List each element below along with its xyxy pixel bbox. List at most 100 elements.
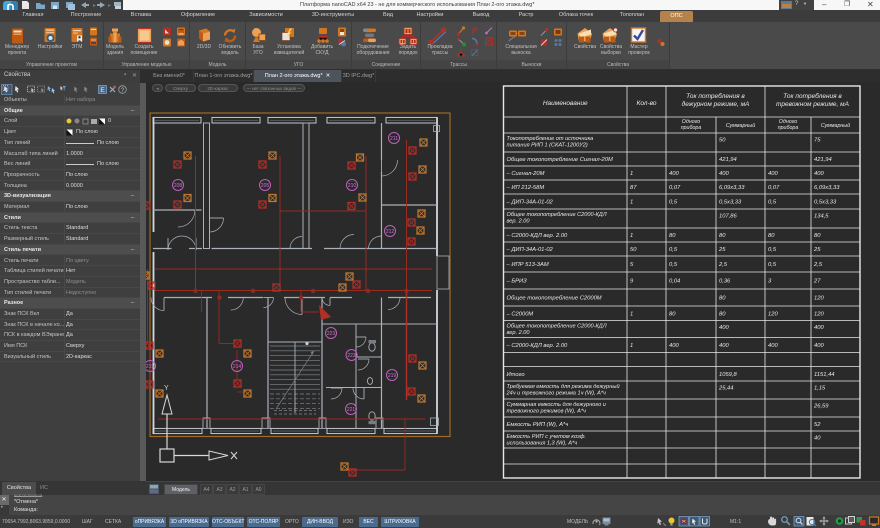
svg-text:80: 80 — [719, 233, 726, 239]
svg-text:2,5: 2,5 — [813, 262, 823, 268]
svg-text:400: 400 — [719, 325, 729, 331]
svg-text:– ИП 212-58М: – ИП 212-58М — [506, 185, 545, 191]
svg-text:221: 221 — [347, 407, 356, 413]
svg-text:6,09х3,33: 6,09х3,33 — [719, 185, 745, 191]
svg-text:5: 5 — [630, 262, 634, 268]
svg-text:40: 40 — [814, 436, 821, 442]
svg-text:6,09х3,33: 6,09х3,33 — [814, 185, 840, 191]
svg-text:25,44: 25,44 — [718, 386, 734, 392]
svg-text:24ч и тревожного режима 1ч (W): 24ч и тревожного режима 1ч (W), А*ч — [506, 391, 607, 397]
svg-text:80: 80 — [719, 311, 726, 317]
svg-text:421,94: 421,94 — [814, 157, 832, 163]
svg-text:Общее токопотребление С2000М: Общее токопотребление С2000М — [507, 296, 602, 302]
svg-text:– С2000-КДЛ вер. 2.00: – С2000-КДЛ вер. 2.00 — [506, 233, 569, 239]
svg-text:использования 1,3 (W), А*ч: использования 1,3 (W), А*ч — [507, 441, 578, 447]
svg-text:25: 25 — [813, 247, 821, 253]
svg-text:214: 214 — [233, 364, 242, 370]
svg-text:питания РИП 1 (СКАТ-1200У2): питания РИП 1 (СКАТ-1200У2) — [507, 143, 588, 149]
svg-text:400: 400 — [719, 343, 729, 349]
svg-text:тревожного режимов (W), А*ч: тревожного режимов (W), А*ч — [507, 409, 587, 415]
svg-text:1: 1 — [630, 343, 633, 349]
svg-text:– ДИП-34А-01-02: – ДИП-34А-01-02 — [506, 247, 554, 253]
svg-text:400: 400 — [814, 343, 824, 349]
svg-text:400: 400 — [768, 171, 778, 177]
svg-text:120: 120 — [814, 296, 824, 302]
svg-text:2,5: 2,5 — [718, 262, 728, 268]
svg-text:прибора: прибора — [681, 125, 702, 131]
svg-text:208: 208 — [174, 183, 183, 189]
svg-text:400: 400 — [719, 171, 729, 177]
svg-text:– Сигнал-20М: – Сигнал-20М — [506, 171, 545, 177]
svg-text:– С2000М: – С2000М — [506, 311, 534, 317]
svg-text:120: 120 — [768, 311, 778, 317]
svg-text:25: 25 — [718, 247, 726, 253]
svg-text:400: 400 — [768, 343, 778, 349]
svg-text:Общее токопотребление С2000-КД: Общее токопотребление С2000-КДЛ — [507, 324, 607, 330]
svg-text:400: 400 — [814, 325, 824, 331]
svg-text:Y: Y — [164, 385, 169, 392]
svg-text:1,15: 1,15 — [814, 386, 826, 392]
svg-text:80: 80 — [719, 296, 726, 302]
svg-text:1: 1 — [630, 200, 633, 206]
svg-text:Емкость РИП с учетом коэф.: Емкость РИП с учетом коэф. — [507, 434, 586, 440]
svg-text:1059,8: 1059,8 — [719, 372, 738, 378]
svg-text:Требуемая емкость для режима д: Требуемая емкость для режима дежурный — [507, 383, 620, 390]
svg-text:Ток потребления в: Ток потребления в — [686, 92, 745, 100]
svg-text:Емкость РИП (W), А*ч: Емкость РИП (W), А*ч — [507, 422, 569, 428]
svg-text:215: 215 — [146, 364, 155, 370]
svg-text:80: 80 — [669, 311, 676, 317]
svg-text:211: 211 — [390, 136, 398, 142]
svg-text:400: 400 — [814, 171, 824, 177]
svg-text:Общее токопотребление С2000-КД: Общее токопотребление С2000-КДЛ — [507, 212, 607, 218]
svg-text:400: 400 — [669, 343, 679, 349]
svg-text:107,86: 107,86 — [719, 214, 738, 220]
svg-text:0,5х3,33: 0,5х3,33 — [814, 200, 837, 206]
svg-text:0,5: 0,5 — [669, 200, 678, 206]
svg-text:3: 3 — [768, 279, 772, 285]
svg-text:0,5х3,33: 0,5х3,33 — [719, 200, 742, 206]
svg-text:0,07: 0,07 — [669, 185, 681, 191]
svg-text:1151,44: 1151,44 — [814, 372, 835, 378]
svg-text:87: 87 — [630, 185, 637, 191]
svg-text:50: 50 — [719, 138, 726, 144]
svg-text:210: 210 — [348, 183, 357, 189]
svg-text:134,5: 134,5 — [814, 214, 829, 220]
svg-text:вер. 2.00: вер. 2.00 — [507, 330, 531, 336]
svg-text:75: 75 — [814, 138, 821, 144]
svg-text:0,5: 0,5 — [768, 262, 777, 268]
svg-text:Итого: Итого — [507, 372, 526, 378]
svg-text:Наименование: Наименование — [543, 100, 588, 107]
svg-text:26,59: 26,59 — [813, 404, 829, 410]
svg-text:1: 1 — [630, 233, 633, 239]
svg-text:0,5: 0,5 — [768, 200, 777, 206]
svg-text:80: 80 — [814, 233, 821, 239]
svg-text:Токопотребление от источника: Токопотребление от источника — [507, 136, 594, 142]
svg-text:120: 120 — [814, 311, 824, 317]
svg-text:– ДИП-34А-01-02: – ДИП-34А-01-02 — [506, 200, 554, 206]
svg-text:тревожном режиме, мА: тревожном режиме, мА — [776, 101, 849, 108]
svg-text:9: 9 — [630, 279, 634, 285]
svg-text:212: 212 — [386, 229, 395, 235]
svg-text:вер. 2.00: вер. 2.00 — [507, 219, 531, 225]
svg-text:Суммарный: Суммарный — [726, 122, 755, 129]
svg-text:27: 27 — [813, 279, 821, 285]
svg-text:421,94: 421,94 — [719, 157, 737, 163]
svg-text:400: 400 — [669, 171, 679, 177]
svg-text:Ток потребления в: Ток потребления в — [783, 92, 842, 100]
svg-text:– БРИЗ: – БРИЗ — [506, 279, 528, 285]
svg-text:Суммарный: Суммарный — [821, 122, 850, 129]
svg-text:205: 205 — [261, 183, 270, 189]
svg-text:222: 222 — [347, 353, 356, 359]
svg-text:219: 219 — [388, 373, 397, 379]
svg-text:80: 80 — [669, 233, 676, 239]
svg-text:E: E — [100, 87, 105, 94]
svg-text:223: 223 — [327, 331, 336, 337]
svg-text:0,5: 0,5 — [669, 247, 678, 253]
svg-text:Общее токопотребление Сигнал-2: Общее токопотребление Сигнал-20М — [507, 157, 613, 163]
svg-text:прибора: прибора — [778, 125, 799, 131]
svg-text:0,36: 0,36 — [719, 279, 731, 285]
svg-text:– С2000-КДЛ вер. 2.00: – С2000-КДЛ вер. 2.00 — [506, 343, 569, 349]
svg-text:80: 80 — [768, 233, 775, 239]
svg-text:1: 1 — [630, 171, 633, 177]
svg-text:50: 50 — [630, 247, 637, 253]
